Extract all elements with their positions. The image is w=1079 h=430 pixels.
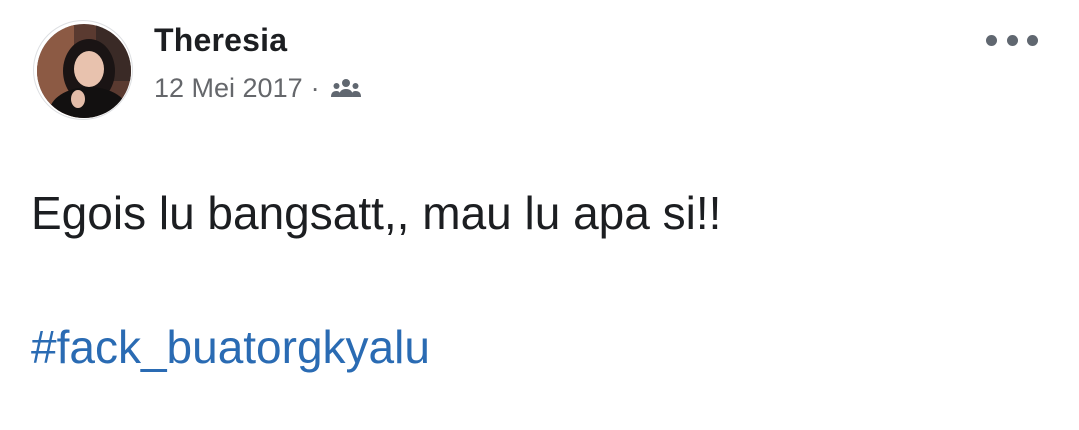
post-body-text: Egois lu bangsatt,, mau lu apa si!! xyxy=(31,187,722,239)
hashtag-link[interactable]: #fack_buatorgkyalu xyxy=(31,320,430,374)
post-date[interactable]: 12 Mei 2017 xyxy=(154,73,303,104)
profile-photo xyxy=(37,24,131,118)
meta-separator: · xyxy=(310,73,320,103)
author-name[interactable]: Theresia xyxy=(154,22,287,59)
more-dot xyxy=(1006,34,1018,46)
more-dot xyxy=(986,34,997,46)
post-card: Theresia 12 Mei 2017 · Egois lu bangsatt… xyxy=(0,0,1079,430)
avatar[interactable] xyxy=(33,20,133,120)
post-meta: 12 Mei 2017 · xyxy=(154,73,362,104)
friends-icon[interactable] xyxy=(330,77,362,101)
more-dot xyxy=(1027,34,1038,46)
more-options-icon[interactable] xyxy=(986,26,1038,54)
